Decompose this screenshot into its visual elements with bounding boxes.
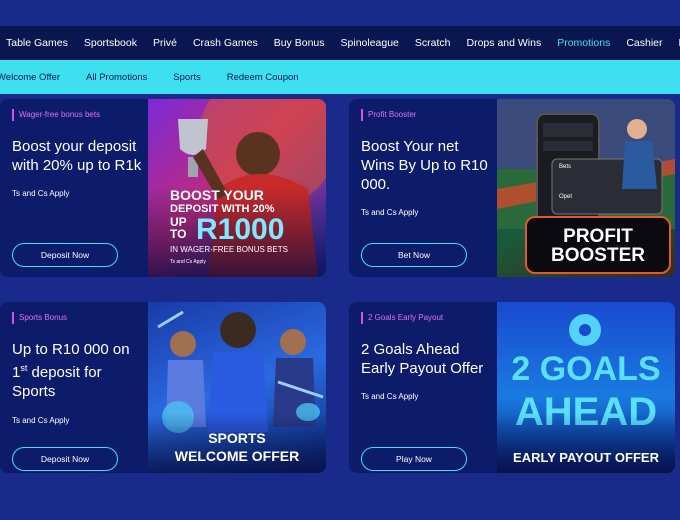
nav-table-games[interactable]: Table Games [0,37,76,49]
banner-fineprint: Ts and Cs Apply [170,259,206,265]
promo-card-2-goals-ahead: 2 Goals Early Payout 2 Goals Ahead Early… [349,302,675,473]
subnav-all-promotions[interactable]: All Promotions [73,72,160,83]
promo-card-sports-bonus: Sports Bonus Up to R10 000 on 1st deposi… [0,302,326,473]
promo-tag: 2 Goals Early Payout [361,312,443,324]
promo-tag: Profit Booster [361,109,416,121]
promo-title: Boost Your net Wins By Up to R10 000. [361,138,488,193]
main-nav: Table Games Sportsbook Privé Crash Games… [0,26,680,60]
nav-cashier[interactable]: Cashier [618,37,670,49]
promotions-subnav: Welcome Offer All Promotions Sports Rede… [0,60,680,94]
banner-to: TO [170,227,187,241]
nav-spinoleague[interactable]: Spinoleague [333,37,407,49]
promo-title: Up to R10 000 on 1st deposit for Sports [12,341,130,400]
subnav-redeem-coupon[interactable]: Redeem Coupon [214,72,312,83]
promo-banner-image: SPORTS WELCOME OFFER [148,302,326,473]
promo-card-profit-booster: Profit Booster Boost Your net Wins By Up… [349,99,675,277]
terms-text[interactable]: Ts and Cs Apply [361,208,418,217]
promo-tag: Wager-free bonus bets [12,109,100,121]
terms-text[interactable]: Ts and Cs Apply [12,189,69,198]
promo-title: Boost your deposit with 20% up to R1k [12,138,142,174]
nav-crash-games[interactable]: Crash Games [185,37,266,49]
subnav-welcome-offer[interactable]: Welcome Offer [0,72,73,83]
nav-scratch[interactable]: Scratch [407,37,459,49]
nav-sportsbook[interactable]: Sportsbook [76,37,145,49]
banner-headline: 2 GOALS [511,350,661,388]
banner-headline: BOOST YOUR [170,187,264,203]
nav-my-account[interactable]: My Ac [671,37,680,49]
banner-caption: IN WAGER-FREE BONUS BETS [170,245,288,254]
nav-buy-bonus[interactable]: Buy Bonus [266,37,333,49]
promo-title: 2 Goals Ahead Early Payout Offer [361,341,484,377]
promo-banner-image: Bets Opet PROFIT BOOSTER [497,99,675,277]
bet-now-button[interactable]: Bet Now [361,243,467,267]
banner-subheadline: WELCOME OFFER [174,448,300,464]
play-now-button[interactable]: Play Now [361,447,467,471]
promo-banner-image: 2 GOALS AHEAD EARLY PAYOUT OFFER [497,302,675,473]
banner-subheadline: BOOSTER [551,245,645,266]
deposit-now-button[interactable]: Deposit Now [12,243,118,267]
nav-prive[interactable]: Privé [145,37,185,49]
terms-text[interactable]: Ts and Cs Apply [12,416,69,425]
subnav-sports[interactable]: Sports [160,72,213,83]
promo-banner-image: BOOST YOUR DEPOSIT WITH 20% UP TO R1000 … [148,99,326,277]
nav-promotions[interactable]: Promotions [549,37,618,49]
banner-amount: R1000 [196,213,285,246]
banner-caption: EARLY PAYOUT OFFER [513,450,659,465]
promo-tag: Sports Bonus [12,312,67,324]
phone-row-label: Opet [559,194,573,200]
terms-text[interactable]: Ts and Cs Apply [361,392,418,401]
banner-headline: SPORTS [208,430,266,446]
nav-drops-and-wins[interactable]: Drops and Wins [459,37,550,49]
deposit-now-button[interactable]: Deposit Now [12,447,118,471]
promo-card-deposit-boost: Wager-free bonus bets Boost your deposit… [0,99,326,277]
phone-bets-label: Bets [559,164,572,170]
